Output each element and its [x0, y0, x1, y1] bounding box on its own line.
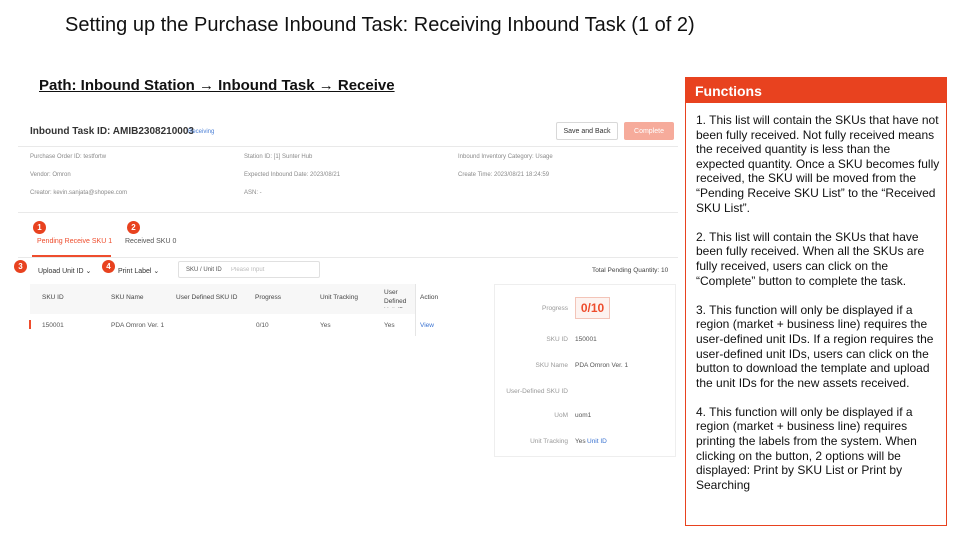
detail-progress-value: 0/10 — [575, 297, 610, 319]
functions-header: Functions — [686, 78, 946, 103]
header-divider — [18, 146, 678, 147]
detail-uom-value: uom1 — [575, 412, 592, 419]
function-item-2: 2. This list will contain the SKUs that … — [696, 229, 925, 288]
detail-unit-tracking-value: Yes — [575, 438, 586, 445]
tab-received-sku[interactable]: Received SKU 0 — [125, 238, 176, 245]
callout-badge-4: 4 — [102, 260, 115, 273]
cell-unit-tracking: Yes — [320, 322, 331, 329]
meta-vendor: Vendor: Omron — [30, 172, 71, 178]
meta-category: Inbound Inventory Category: Usage — [458, 154, 553, 160]
callout-badge-3: 3 — [14, 260, 27, 273]
navigation-path: Path: Inbound Station → Inbound Task → R… — [39, 77, 395, 94]
upload-unit-id-dropdown[interactable]: Upload Unit ID ⌄ — [38, 267, 91, 275]
meta-station: Station ID: [1] Sunter Hub — [244, 154, 313, 160]
column-header-sku-name: SKU Name — [111, 294, 144, 301]
cell-user-defined-unit-id: Yes — [384, 322, 395, 329]
search-type-select[interactable]: SKU / Unit ID — [186, 267, 222, 273]
column-header-user-defined-sku-id: User Defined SKU ID — [176, 294, 238, 301]
task-id-title: Inbound Task ID: AMIB2308210003 — [30, 126, 194, 137]
cell-progress: 0/10 — [256, 322, 269, 329]
detail-sku-id-label: SKU ID — [546, 336, 568, 343]
view-link[interactable]: View — [420, 322, 434, 329]
callout-badge-1: 1 — [33, 221, 46, 234]
section-divider — [18, 212, 678, 213]
functions-body: 1. This list will contain the SKUs that … — [696, 113, 942, 507]
meta-creator: Creator: kevin.sanjata@shopee.com — [30, 190, 128, 196]
complete-button[interactable]: Complete — [624, 122, 674, 140]
column-header-sku-id: SKU ID — [42, 294, 64, 301]
function-item-4: 4. This function will only be displayed … — [696, 404, 917, 492]
detail-unit-tracking-label: Unit Tracking — [530, 438, 568, 445]
cell-sku-id: 150001 — [42, 322, 64, 329]
meta-expected-date: Expected Inbound Date: 2023/08/21 — [244, 172, 341, 178]
function-item-3: 3. This function will only be displayed … — [696, 302, 934, 390]
total-pending-quantity: Total Pending Quantity: 10 — [592, 267, 669, 274]
column-header-progress: Progress — [255, 294, 282, 301]
detail-sku-id-value: 150001 — [575, 336, 597, 343]
meta-purchase-order: Purchase Order ID: testfortw — [30, 154, 107, 160]
meta-create-time: Create Time: 2023/08/21 18:24:59 — [458, 172, 550, 178]
search-input[interactable] — [231, 264, 316, 276]
tabs-divider — [18, 257, 678, 258]
save-and-back-button[interactable]: Save and Back — [556, 122, 618, 140]
slide-title: Setting up the Purchase Inbound Task: Re… — [65, 14, 695, 36]
column-header-user-defined-unit-id: User Defined Unit ID — [384, 289, 407, 308]
functions-panel: Functions 1. This list will contain the … — [685, 77, 947, 526]
callout-badge-2: 2 — [127, 221, 140, 234]
column-header-unit-tracking: Unit Tracking — [320, 294, 358, 301]
unit-id-link[interactable]: Unit ID — [587, 438, 607, 445]
detail-user-defined-sku-id-label: User-Defined SKU ID — [506, 388, 568, 395]
column-header-action: Action — [420, 294, 439, 301]
selected-row-marker — [29, 320, 31, 329]
function-item-1: 1. This list will contain the SKUs that … — [696, 113, 940, 215]
detail-sku-name-label: SKU Name — [535, 362, 568, 369]
detail-progress-label: Progress — [541, 305, 568, 312]
cell-sku-name: PDA Omron Ver. 1 — [111, 322, 165, 329]
meta-asn: ASN: - — [244, 190, 262, 196]
status-badge: Receiving — [188, 129, 215, 135]
tab-pending-receive-sku[interactable]: Pending Receive SKU 1 — [37, 238, 112, 245]
print-label-dropdown[interactable]: Print Label ⌄ — [118, 267, 159, 275]
screenshot-panel: Inbound Task ID: AMIB2308210003 Receivin… — [18, 112, 678, 457]
detail-sku-name-value: PDA Omron Ver. 1 — [575, 362, 629, 369]
detail-uom-label: UoM — [554, 412, 568, 419]
action-column-separator — [415, 284, 416, 336]
